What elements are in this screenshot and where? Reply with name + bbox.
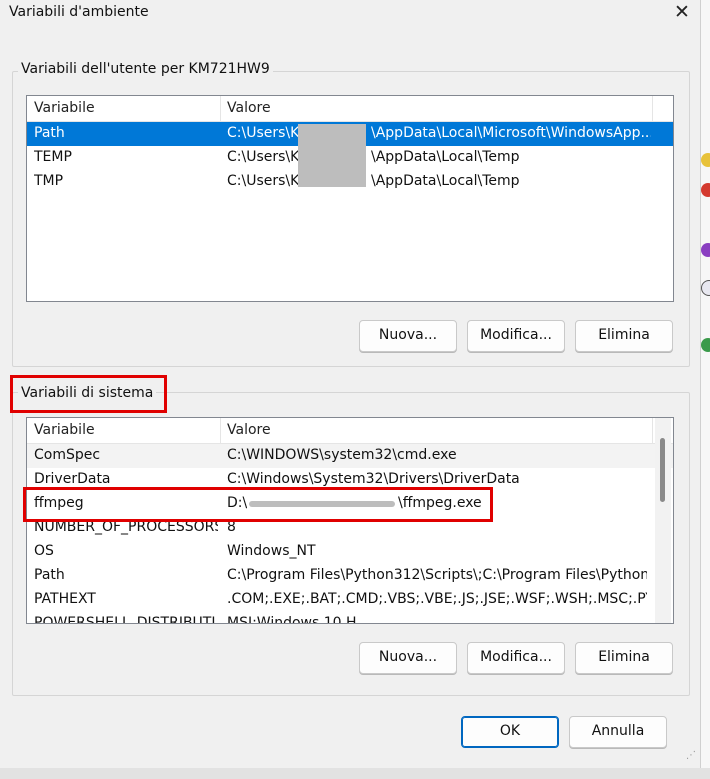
variable-value-suffix: \AppData\Local\Temp xyxy=(371,173,520,189)
user-edit-button[interactable]: Modifica... xyxy=(467,320,565,352)
background-emoji-icon xyxy=(701,280,710,296)
variable-value: Windows_NT xyxy=(227,543,316,559)
variable-name: DriverData xyxy=(34,471,111,487)
table-row[interactable]: Path C:\Program Files\Python312\Scripts\… xyxy=(27,564,673,588)
column-divider[interactable] xyxy=(220,96,221,121)
column-header-value[interactable]: Valore xyxy=(227,422,271,438)
highlight-box-ffmpeg xyxy=(23,487,493,522)
background-emoji-icon xyxy=(701,153,710,167)
redacted-username xyxy=(298,124,366,187)
table-row[interactable]: PATHEXT .COM;.EXE;.BAT;.CMD;.VBS;.VBE;.J… xyxy=(27,588,673,612)
title-bar: Variabili d'ambiente ✕ xyxy=(0,0,700,30)
variable-value: C:\Windows\System32\Drivers\DriverData xyxy=(227,471,520,487)
list-header: Variabile Valore xyxy=(27,96,673,122)
variable-name: TMP xyxy=(34,173,64,189)
resize-grip-icon[interactable]: ⋰ xyxy=(686,750,696,761)
variable-value-prefix: C:\Users\K xyxy=(227,125,300,141)
variable-name: OS xyxy=(34,543,54,559)
background-emoji-icon xyxy=(701,183,710,197)
column-header-variable[interactable]: Variabile xyxy=(34,422,95,438)
scrollbar-thumb[interactable] xyxy=(660,438,665,502)
variable-name: Path xyxy=(34,125,65,141)
variable-name: POWERSHELL_DISTRIBUTI xyxy=(34,615,216,624)
table-row[interactable]: ComSpec C:\WINDOWS\system32\cmd.exe xyxy=(27,444,673,468)
variable-value: C:\Program Files\Python312\Scripts\;C:\P… xyxy=(227,567,647,583)
background-window-strip-bottom xyxy=(0,768,710,779)
variable-value-prefix: C:\Users\K xyxy=(227,149,300,165)
variable-name: ComSpec xyxy=(34,447,101,463)
variable-value-suffix: \AppData\Local\Temp xyxy=(371,149,520,165)
vertical-scrollbar[interactable] xyxy=(655,418,671,623)
variable-name: Path xyxy=(34,567,65,583)
user-variables-list[interactable]: Variabile Valore Path C:\Users\K \AppDat… xyxy=(26,95,674,302)
list-header: Variabile Valore xyxy=(27,418,673,444)
table-row[interactable]: POWERSHELL_DISTRIBUTI MSI:Windows 10 H xyxy=(27,612,673,624)
system-edit-button[interactable]: Modifica... xyxy=(467,642,565,674)
column-divider xyxy=(652,418,653,443)
column-header-variable[interactable]: Variabile xyxy=(34,100,95,116)
column-header-value[interactable]: Valore xyxy=(227,100,271,116)
cancel-button[interactable]: Annulla xyxy=(569,716,667,748)
background-emoji-icon xyxy=(701,338,710,352)
variable-name: PATHEXT xyxy=(34,591,96,607)
ok-button[interactable]: OK xyxy=(461,716,559,748)
variable-value: C:\WINDOWS\system32\cmd.exe xyxy=(227,447,457,463)
column-divider[interactable] xyxy=(220,418,221,443)
variable-value: MSI:Windows 10 H xyxy=(227,615,357,624)
user-delete-button[interactable]: Elimina xyxy=(575,320,673,352)
background-window-strip xyxy=(700,0,710,779)
user-variables-group-label: Variabili dell'utente per KM721HW9 xyxy=(18,61,273,77)
variable-value: .COM;.EXE;.BAT;.CMD;.VBS;.VBE;.JS;.JSE;.… xyxy=(227,591,647,607)
variable-value-prefix: C:\Users\K xyxy=(227,173,300,189)
variable-name: TEMP xyxy=(34,149,72,165)
highlight-box-system-label xyxy=(10,375,167,413)
system-delete-button[interactable]: Elimina xyxy=(575,642,673,674)
window-title: Variabili d'ambiente xyxy=(9,4,149,20)
user-new-button[interactable]: Nuova... xyxy=(359,320,457,352)
background-emoji-icon xyxy=(701,243,710,257)
variable-value-suffix: \AppData\Local\Microsoft\WindowsApp... xyxy=(371,125,651,141)
system-new-button[interactable]: Nuova... xyxy=(359,642,457,674)
column-divider xyxy=(652,96,653,121)
table-row[interactable]: OS Windows_NT xyxy=(27,540,673,564)
close-icon[interactable]: ✕ xyxy=(668,0,696,26)
